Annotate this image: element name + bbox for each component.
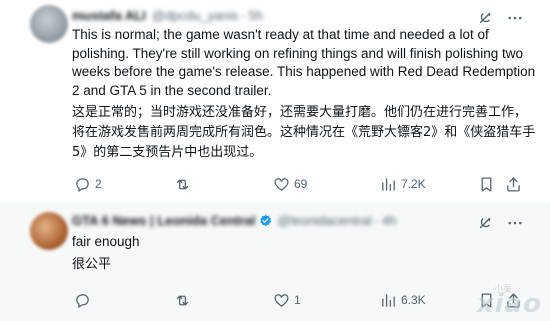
tweet[interactable]: mustafa ALI @dpcdu_yanis · 5h This is norma… xyxy=(0,0,550,204)
like-button[interactable]: 1 xyxy=(273,289,301,311)
reply-icon xyxy=(76,177,89,192)
author-handle[interactable]: @leonidacentral xyxy=(278,213,372,228)
separator-dot: · xyxy=(374,213,380,228)
more-icon[interactable] xyxy=(506,9,524,27)
views-button[interactable]: 6.3K xyxy=(380,289,426,311)
separator-dot: · xyxy=(241,8,246,23)
avatar[interactable] xyxy=(30,212,68,250)
like-count: 69 xyxy=(294,177,308,191)
like-count: 1 xyxy=(294,293,301,307)
tweet-text: fair enough xyxy=(72,234,140,249)
views-count: 6.3K xyxy=(401,293,426,307)
watermark: xiao xyxy=(476,289,542,319)
reply-button[interactable] xyxy=(74,289,95,311)
tweet-header: GTA 6 News | Leonida Central @leonidacent… xyxy=(72,213,396,228)
tweet-actions: 2 69 7.2K xyxy=(66,173,536,195)
verified-badge-icon xyxy=(259,214,271,227)
avatar[interactable] xyxy=(30,5,68,43)
reply-button[interactable]: 2 xyxy=(74,173,102,195)
tweet-translation: 很公平 xyxy=(72,257,112,272)
bookmark-button[interactable] xyxy=(478,173,495,195)
author-name[interactable]: GTA 6 News | Leonida Central xyxy=(72,213,256,228)
tweet-header: mustafa ALI @dpcdu_yanis · 5h xyxy=(72,8,263,23)
timestamp[interactable]: 4h xyxy=(382,213,396,228)
header-icons xyxy=(476,9,524,27)
header-icons xyxy=(476,214,524,232)
more-icon[interactable] xyxy=(506,214,524,232)
tweet-translation: 这是正常的；当时游戏还没准备好，还需要大量打磨。他们仍在进行完善工作，将在游戏发… xyxy=(72,105,536,160)
views-button[interactable]: 7.2K xyxy=(380,173,426,195)
views-icon xyxy=(382,293,395,307)
share-icon xyxy=(507,176,520,192)
repost-icon xyxy=(176,295,189,305)
repost-button[interactable] xyxy=(174,289,195,311)
grok-icon[interactable] xyxy=(476,9,494,27)
share-button[interactable] xyxy=(505,173,522,195)
tweet-text: This is normal; the game wasn't ready at… xyxy=(72,27,536,98)
heart-icon xyxy=(274,293,289,307)
reply-icon xyxy=(76,293,89,308)
repost-button[interactable] xyxy=(174,173,195,195)
grok-icon[interactable] xyxy=(476,214,494,232)
views-count: 7.2K xyxy=(401,177,426,191)
tweet[interactable]: GTA 6 News | Leonida Central @leonidacent… xyxy=(0,204,550,321)
bookmark-icon xyxy=(481,176,492,192)
views-icon xyxy=(382,177,395,191)
like-button[interactable]: 69 xyxy=(273,173,307,195)
reply-count: 2 xyxy=(95,177,102,191)
author-handle[interactable]: @dpcdu_yanis xyxy=(152,8,238,23)
repost-icon xyxy=(176,179,189,189)
tweet-actions: 1 6.3K xyxy=(66,289,536,311)
heart-icon xyxy=(274,177,289,191)
author-name[interactable]: mustafa ALI xyxy=(72,8,146,23)
timestamp[interactable]: 5h xyxy=(248,8,262,23)
